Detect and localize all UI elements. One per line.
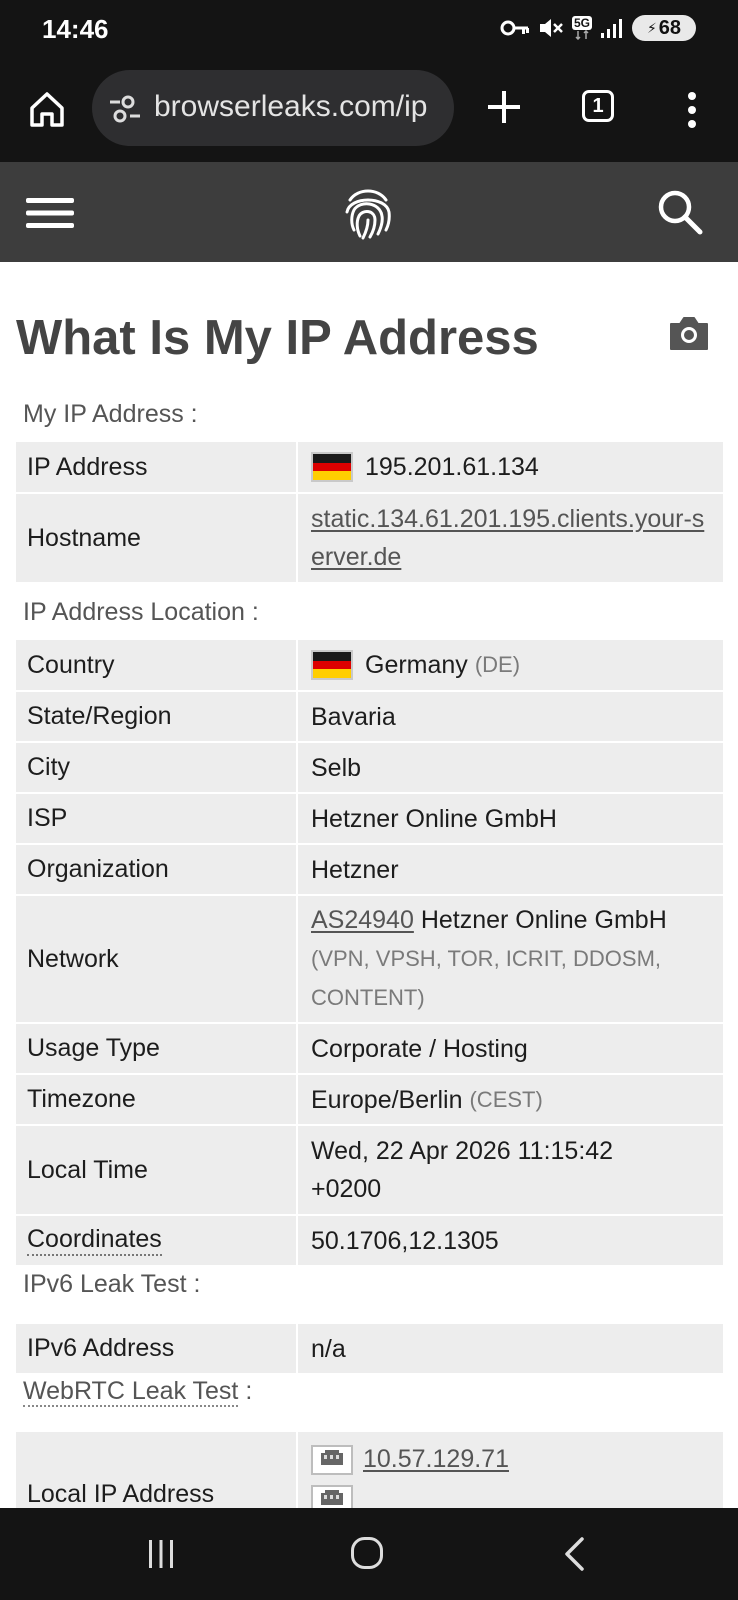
home-nav-icon[interactable] bbox=[350, 1536, 384, 1575]
table-row: Usage Type Corporate / Hosting bbox=[16, 1024, 723, 1075]
battery-icon: ⚡ 68 bbox=[632, 15, 696, 41]
section-label-location: IP Address Location : bbox=[23, 598, 259, 626]
country-code: (DE) bbox=[474, 652, 521, 677]
network-tags: (VPN, VPSH, TOR, ICRIT, DDOSM, CONTENT) bbox=[311, 946, 662, 1010]
page-title: What Is My IP Address bbox=[16, 311, 539, 365]
table-row: Organization Hetzner bbox=[16, 845, 723, 896]
table-row: Network AS24940 Hetzner Online GmbH (VPN… bbox=[16, 896, 723, 1024]
row-key-ip-address: IP Address bbox=[16, 442, 298, 492]
ipv6-label-text: IPv6 Leak Test bbox=[23, 1270, 187, 1298]
site-settings-icon[interactable] bbox=[108, 94, 142, 129]
local-time-value: Wed, 22 Apr 2026 11:15:42 +0200 bbox=[311, 1137, 614, 1203]
row-value-usage-type: Corporate / Hosting bbox=[311, 1034, 528, 1063]
row-key-organization: Organization bbox=[16, 845, 298, 894]
table-row: City Selb bbox=[16, 743, 723, 794]
row-key-city: City bbox=[16, 743, 298, 792]
row-key-timezone: Timezone bbox=[16, 1075, 298, 1124]
row-key-state: State/Region bbox=[16, 692, 298, 741]
webrtc-label-text[interactable]: WebRTC Leak Test bbox=[23, 1377, 239, 1407]
more-menu-icon[interactable] bbox=[680, 90, 704, 130]
row-key-usage-type: Usage Type bbox=[16, 1024, 298, 1073]
new-tab-icon[interactable] bbox=[484, 87, 524, 127]
fingerprint-logo-icon[interactable] bbox=[342, 186, 394, 240]
row-key-coordinates: Coordinates bbox=[16, 1216, 298, 1265]
row-value-state: Bavaria bbox=[311, 702, 396, 731]
address-bar[interactable]: browserleaks.com/ip bbox=[92, 70, 454, 146]
coordinates-label[interactable]: Coordinates bbox=[27, 1225, 162, 1256]
timezone-abbr: (CEST) bbox=[469, 1086, 543, 1112]
section-label-my-ip: My IP Address : bbox=[23, 400, 198, 428]
row-value-isp: Hetzner Online GmbH bbox=[311, 804, 557, 833]
status-icons: 5G ⚡ 68 bbox=[500, 14, 696, 42]
table-ipv6: IPv6 Address n/a bbox=[16, 1324, 723, 1375]
asn-link[interactable]: AS24940 bbox=[311, 906, 414, 934]
battery-level: 68 bbox=[658, 16, 682, 39]
row-key-ipv6: IPv6 Address bbox=[16, 1324, 298, 1373]
status-time: 14:46 bbox=[42, 14, 109, 44]
row-value-timezone: Europe/Berlin (CEST) bbox=[298, 1075, 723, 1124]
row-key-hostname: Hostname bbox=[16, 494, 298, 582]
hostname-link[interactable]: static.134.61.201.195.clients.your-serve… bbox=[311, 500, 713, 576]
search-icon[interactable] bbox=[656, 188, 704, 236]
camera-icon[interactable] bbox=[668, 314, 710, 352]
germany-flag-icon bbox=[311, 650, 353, 680]
table-row: Local Time Wed, 22 Apr 2026 11:15:42 +02… bbox=[16, 1126, 723, 1216]
network-name: Hetzner Online GmbH bbox=[420, 906, 667, 934]
tabs-icon[interactable]: 1 bbox=[582, 90, 614, 122]
row-key-network: Network bbox=[16, 896, 298, 1022]
row-value-local-ip: 10.57.129.71 bbox=[298, 1432, 723, 1516]
tab-count: 1 bbox=[592, 94, 604, 117]
network-icon bbox=[311, 1445, 353, 1476]
browser-toolbar: browserleaks.com/ip 1 bbox=[0, 62, 738, 162]
table-row: Country Germany (DE) bbox=[16, 640, 723, 692]
recent-apps-icon[interactable] bbox=[146, 1538, 176, 1575]
row-key-country: Country bbox=[16, 640, 298, 690]
section-label-webrtc: WebRTC Leak Test : bbox=[23, 1377, 253, 1407]
table-row: State/Region Bavaria bbox=[16, 692, 723, 743]
row-value-coordinates: 50.1706,12.1305 bbox=[311, 1226, 499, 1255]
status-bar: 14:46 5G ⚡ 68 bbox=[0, 0, 738, 62]
home-icon[interactable] bbox=[26, 88, 68, 130]
5g-icon: 5G bbox=[571, 14, 592, 42]
mute-icon bbox=[538, 14, 564, 42]
hamburger-menu-icon[interactable] bbox=[26, 196, 74, 230]
germany-flag-icon bbox=[311, 452, 353, 482]
local-ip-link[interactable]: 10.57.129.71 bbox=[363, 1445, 509, 1473]
table-row: Coordinates 50.1706,12.1305 bbox=[16, 1216, 723, 1267]
url-text[interactable]: browserleaks.com/ip bbox=[154, 90, 427, 124]
row-value-ip-address: 195.201.61.134 bbox=[298, 442, 723, 492]
ip-address-value: 195.201.61.134 bbox=[365, 453, 539, 481]
section-label-ipv6: IPv6 Leak Test : bbox=[23, 1270, 200, 1299]
table-location: Country Germany (DE) State/Region Bavari… bbox=[16, 640, 723, 1267]
back-icon[interactable] bbox=[562, 1536, 586, 1577]
country-value: Germany bbox=[365, 651, 468, 679]
table-row: Hostname static.134.61.201.195.clients.y… bbox=[16, 494, 723, 584]
signal-icon bbox=[600, 14, 624, 42]
table-row: Timezone Europe/Berlin (CEST) bbox=[16, 1075, 723, 1126]
row-value-country: Germany (DE) bbox=[298, 640, 723, 690]
row-key-local-time: Local Time bbox=[16, 1126, 298, 1214]
row-value-ipv6: n/a bbox=[311, 1334, 346, 1363]
row-value-hostname: static.134.61.201.195.clients.your-serve… bbox=[298, 494, 723, 582]
system-nav-bar bbox=[0, 1508, 738, 1600]
table-row: ISP Hetzner Online GmbH bbox=[16, 794, 723, 845]
table-my-ip: IP Address 195.201.61.134 Hostname stati… bbox=[16, 442, 723, 584]
vpn-key-icon bbox=[500, 14, 530, 42]
site-header bbox=[0, 162, 738, 262]
timezone-value: Europe/Berlin bbox=[311, 1085, 463, 1114]
row-key-isp: ISP bbox=[16, 794, 298, 843]
row-value-city: Selb bbox=[311, 753, 362, 782]
network-type: 5G bbox=[571, 16, 592, 30]
row-value-organization: Hetzner bbox=[311, 855, 399, 884]
table-row: IP Address 195.201.61.134 bbox=[16, 442, 723, 494]
ipv6-label-suffix: : bbox=[193, 1270, 201, 1298]
row-value-local-time: Wed, 22 Apr 2026 11:15:42 +0200 bbox=[298, 1126, 723, 1214]
row-value-network: AS24940 Hetzner Online GmbH (VPN, VPSH, … bbox=[298, 896, 723, 1022]
webrtc-label-suffix: : bbox=[245, 1377, 253, 1405]
table-row: IPv6 Address n/a bbox=[16, 1324, 723, 1375]
